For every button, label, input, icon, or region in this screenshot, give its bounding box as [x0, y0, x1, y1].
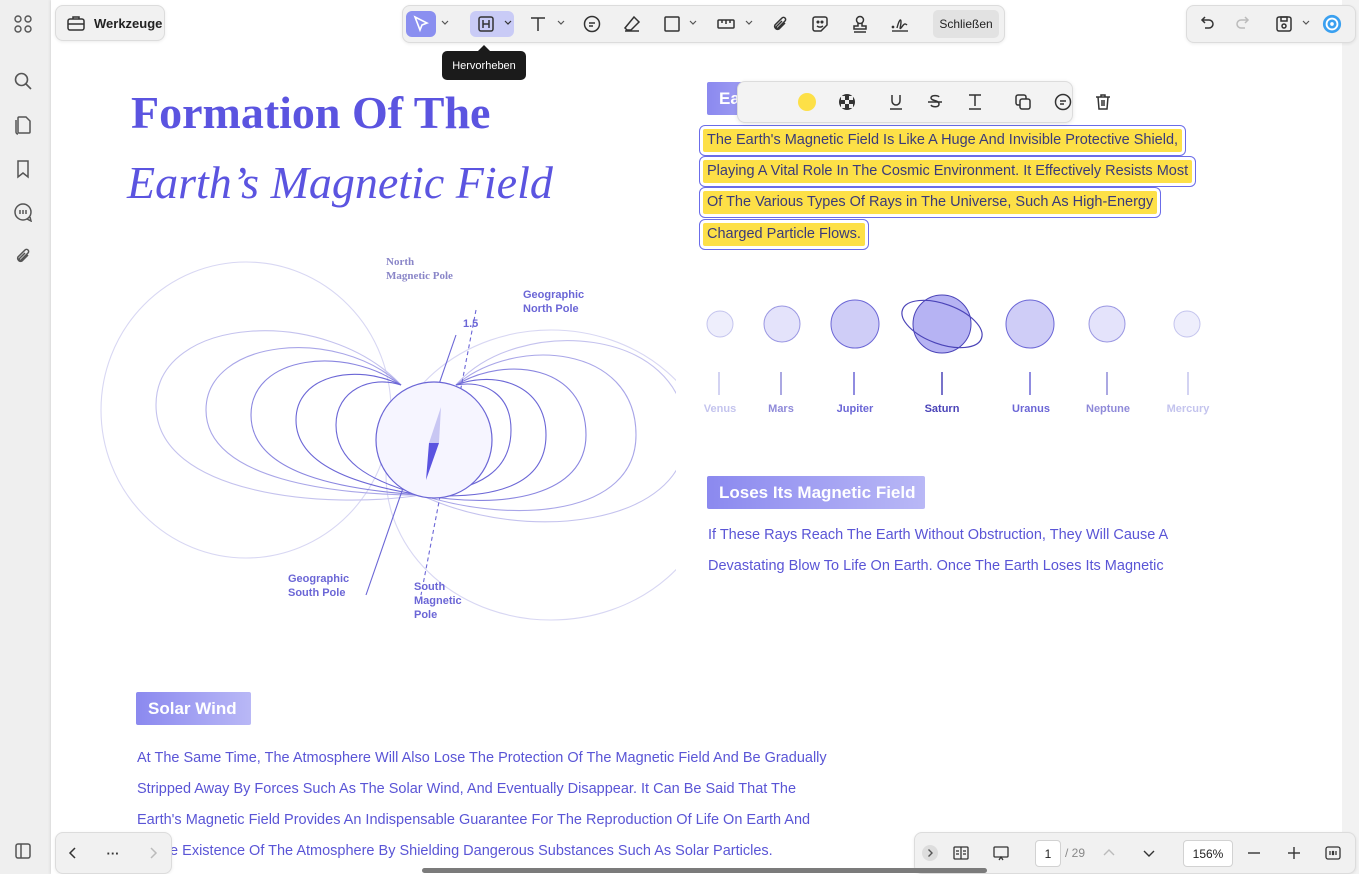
sidebar-toggle-icon[interactable]: [10, 838, 36, 864]
zoom-level[interactable]: 156%: [1183, 840, 1233, 867]
zoom-out-icon[interactable]: [1244, 843, 1264, 863]
loses-paragraph-line-2: Devastating Blow To Life On Earth. Once …: [708, 558, 1164, 574]
planet-label-neptune: Neptune: [1086, 403, 1130, 415]
attachment-icon[interactable]: [10, 243, 36, 269]
zoom-in-icon[interactable]: [1284, 843, 1304, 863]
solar-paragraph-line-4: Stable Existence Of The Atmosphere By Sh…: [137, 843, 773, 859]
chevron-left-icon[interactable]: [63, 843, 83, 863]
close-button[interactable]: Schließen: [933, 10, 999, 38]
diagram-label-south-magnetic-1: South: [414, 581, 445, 593]
squiggly-text-icon[interactable]: [963, 91, 987, 113]
signature-tool-icon[interactable]: [887, 11, 913, 37]
highlighted-line-2[interactable]: Playing A Vital Role In The Cosmic Envir…: [698, 156, 1197, 187]
document-title-line-1: Formation Of The: [131, 87, 491, 138]
toolbox-icon: [67, 16, 85, 31]
shape-tool-icon[interactable]: [659, 11, 685, 37]
section-label-solar-wind: Solar Wind: [136, 692, 251, 725]
undo-icon[interactable]: [1194, 11, 1220, 37]
diagram-label-north-magnetic-2: Magnetic Pole: [386, 270, 453, 282]
redo-icon[interactable]: [1230, 11, 1256, 37]
planet-label-uranus: Uranus: [1012, 403, 1050, 415]
loses-paragraph-line-1: If These Rays Reach The Earth Without Ob…: [708, 527, 1169, 543]
horizontal-scrollbar[interactable]: [422, 868, 987, 873]
diagram-label-geo-north-1: Geographic: [523, 289, 584, 301]
planet-label-saturn: Saturn: [924, 403, 960, 415]
collapse-toggle-icon[interactable]: [920, 843, 940, 863]
more-options-button[interactable]: ···: [103, 843, 123, 863]
annotation-toolbar: Schließen: [402, 5, 1005, 43]
text-tool-icon[interactable]: [525, 11, 551, 37]
magnetic-field-diagram: North Magnetic Pole Geographic North Pol…: [100, 256, 676, 621]
document-page: Formation Of The Earth’s Magnetic Field …: [51, 0, 1342, 874]
select-tool-icon[interactable]: [406, 11, 436, 37]
total-pages: / 29: [1065, 846, 1086, 860]
underline-icon[interactable]: [884, 91, 908, 113]
history-toolbar: [1186, 5, 1356, 43]
save-icon[interactable]: [1271, 11, 1297, 37]
measure-tool-chevron-down-icon[interactable]: [745, 19, 753, 27]
eraser-tool-icon[interactable]: [619, 11, 645, 37]
attach-tool-icon[interactable]: [767, 11, 793, 37]
delete-icon[interactable]: [1091, 91, 1115, 113]
reading-mode-icon[interactable]: [951, 843, 971, 863]
tools-button-label: Werkzeuge: [94, 15, 163, 31]
sticker-tool-icon[interactable]: [807, 11, 833, 37]
highlight-tool-chevron-down-icon[interactable]: [504, 19, 512, 27]
chevron-right-icon[interactable]: [143, 843, 163, 863]
comment-tool-icon[interactable]: [579, 11, 605, 37]
measure-tool-icon[interactable]: [713, 11, 739, 37]
planet-label-mercury: Mercury: [1166, 403, 1210, 415]
text-tool-chevron-down-icon[interactable]: [557, 19, 565, 27]
opacity-checker-icon[interactable]: [835, 91, 859, 113]
copy-icon[interactable]: [1011, 91, 1035, 113]
highlight-properties-popup: [737, 81, 1110, 123]
select-tool-chevron-down-icon[interactable]: [441, 19, 449, 27]
actual-size-icon[interactable]: [1323, 843, 1343, 863]
chevron-up-icon[interactable]: [1099, 843, 1119, 863]
diagram-label-geo-north-2: North Pole: [523, 303, 579, 315]
solar-paragraph-line-1: At The Same Time, The Atmosphere Will Al…: [137, 750, 827, 766]
add-comment-icon[interactable]: [1051, 91, 1075, 113]
chevron-down-icon[interactable]: [1139, 843, 1159, 863]
bookmark-icon[interactable]: [10, 156, 36, 182]
current-page-input[interactable]: 1: [1035, 840, 1061, 867]
diagram-angle-label: 1.5: [463, 318, 478, 330]
tools-button[interactable]: Werkzeuge: [55, 5, 165, 41]
planet-label-venus: Venus: [703, 403, 737, 415]
diagram-label-south-magnetic-3: Pole: [414, 609, 437, 621]
highlight-color-swatch[interactable]: [795, 91, 819, 113]
bottom-nav-left: ···: [55, 832, 172, 874]
left-sidebar: [0, 0, 48, 874]
highlighted-line-3[interactable]: Of The Various Types Of Rays in The Univ…: [698, 187, 1162, 218]
apps-grid-icon[interactable]: [10, 11, 36, 37]
solar-paragraph-line-3: Earth's Magnetic Field Provides An Indis…: [137, 812, 811, 828]
presentation-icon[interactable]: [991, 843, 1011, 863]
planet-label-mars: Mars: [768, 403, 794, 415]
right-edge-strip: [1342, 0, 1359, 874]
stamp-tool-icon[interactable]: [847, 11, 873, 37]
strikethrough-icon[interactable]: [923, 91, 947, 113]
diagram-label-geo-south-1: Geographic: [288, 573, 349, 585]
ai-assistant-icon[interactable]: [1319, 11, 1345, 37]
planet-label-jupiter: Jupiter: [836, 403, 874, 415]
diagram-label-geo-south-2: South Pole: [288, 587, 345, 599]
shape-tool-chevron-down-icon[interactable]: [689, 19, 697, 27]
highlight-tooltip: Hervorheben: [442, 45, 526, 80]
comments-icon[interactable]: [10, 199, 36, 225]
diagram-label-north-magnetic-1: North: [386, 256, 414, 268]
save-chevron-down-icon[interactable]: [1302, 19, 1310, 27]
planets-row: [706, 294, 1201, 395]
section-label-loses-field: Loses Its Magnetic Field: [707, 476, 925, 509]
solar-paragraph-line-2: Stripped Away By Forces Such As The Sola…: [137, 781, 797, 797]
document-title-line-2: Earth’s Magnetic Field: [127, 157, 553, 208]
pages-icon[interactable]: [10, 112, 36, 138]
highlighted-line-4[interactable]: Charged Particle Flows.: [699, 219, 869, 250]
highlighted-line-1[interactable]: The Earth's Magnetic Field Is Like A Hug…: [698, 125, 1187, 156]
search-icon[interactable]: [10, 68, 36, 94]
diagram-label-south-magnetic-2: Magnetic: [414, 595, 462, 607]
